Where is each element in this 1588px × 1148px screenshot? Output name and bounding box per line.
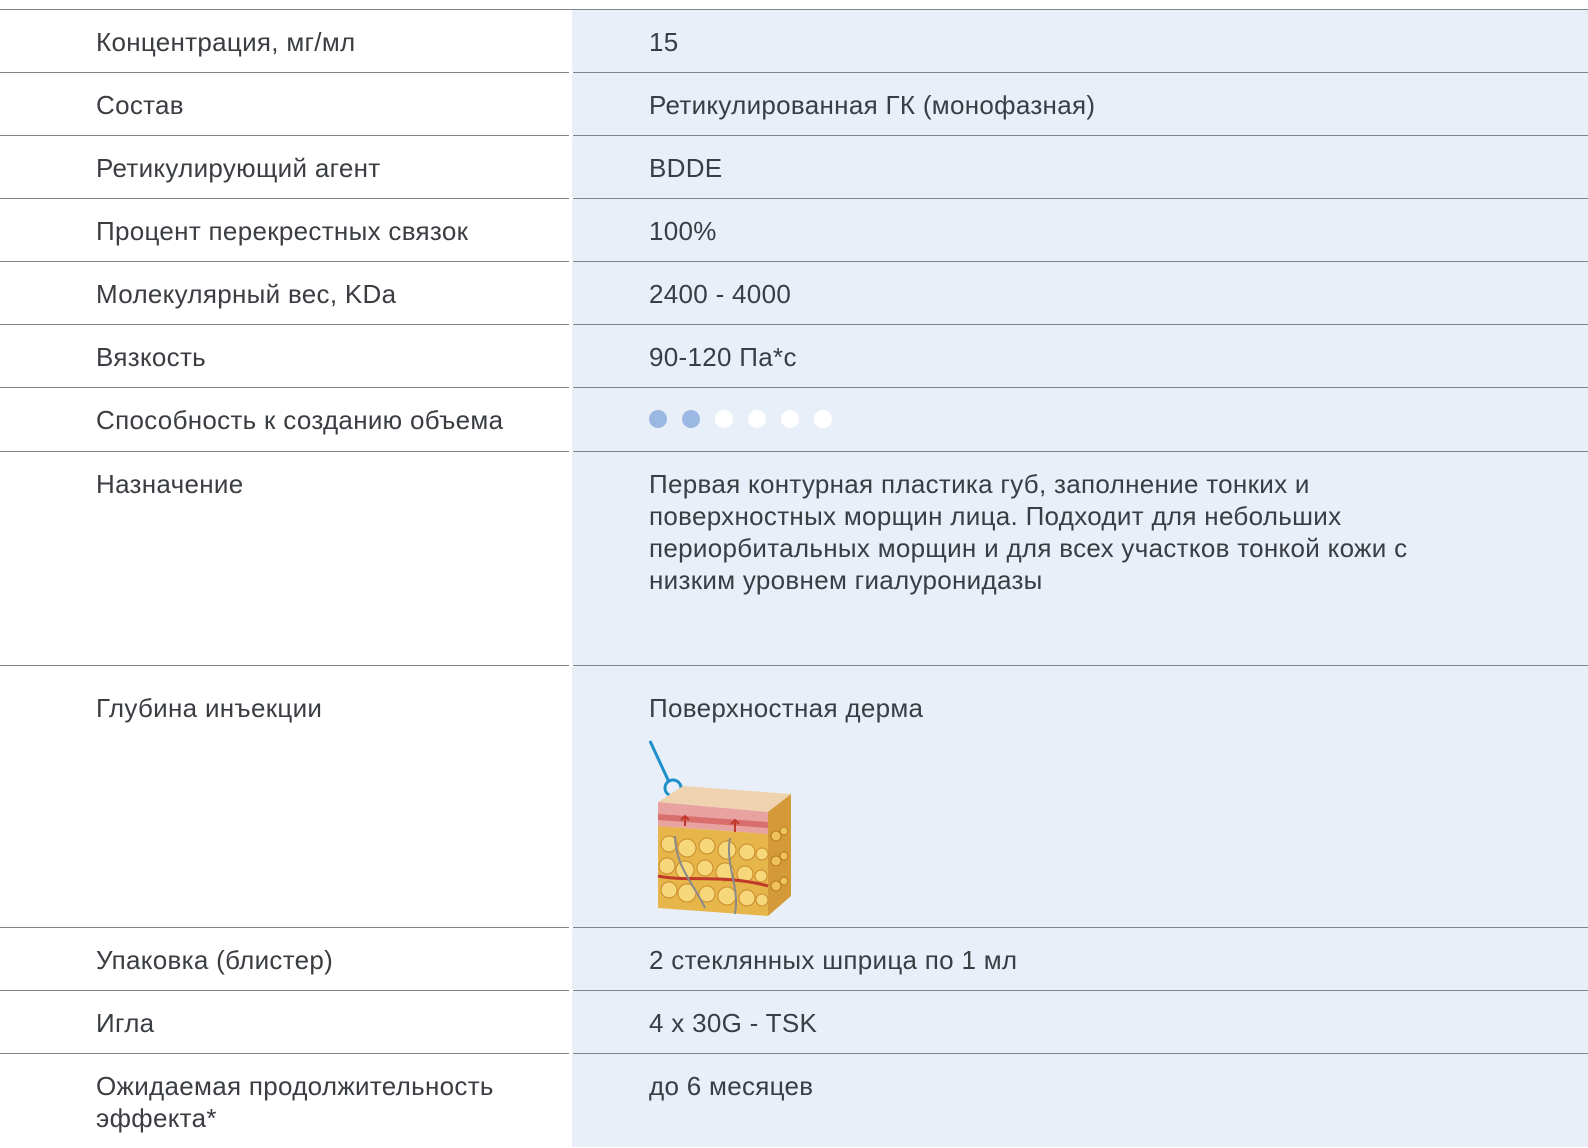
spec-table: Концентрация, мг/мл 15 Состав Ретикулиро…: [0, 0, 1588, 1147]
table-row-viscosity: Вязкость 90-120 Па*с: [0, 324, 1588, 388]
row-label: Назначение: [96, 469, 244, 499]
table-row-injection-depth: Глубина инъекции Поверхностная дерма: [0, 665, 1588, 928]
table-row-packaging: Упаковка (блистер) 2 стеклянных шприца п…: [0, 927, 1588, 991]
table-row-duration: Ожидаемая продолжительность эффекта* до …: [0, 1053, 1588, 1148]
row-label: Упаковка (блистер): [96, 945, 334, 975]
rating-dot-empty: [781, 410, 799, 428]
row-value: 90-120 Па*с: [649, 342, 797, 372]
skin-layers-illustration: [645, 736, 800, 931]
row-value: 100%: [649, 216, 717, 246]
table-row-concentration: Концентрация, мг/мл 15: [0, 9, 1588, 73]
row-value: Ретикулированная ГК (монофазная): [649, 90, 1096, 120]
row-label: Состав: [96, 90, 184, 120]
row-label: Молекулярный вес, KDa: [96, 279, 397, 309]
rating-dot-filled: [682, 410, 700, 428]
row-value: BDDE: [649, 153, 723, 183]
rating-dot-empty: [715, 410, 733, 428]
table-row-crosslink-percent: Процент перекрестных связок 100%: [0, 198, 1588, 262]
row-value: Первая контурная пластика губ, заполнени…: [649, 469, 1408, 595]
row-label: Вязкость: [96, 342, 207, 372]
row-label: Игла: [96, 1008, 155, 1038]
table-row-needle: Игла 4 x 30G - TSK: [0, 990, 1588, 1054]
rating-dot-empty: [814, 410, 832, 428]
table-row-composition: Состав Ретикулированная ГК (монофазная): [0, 72, 1588, 136]
table-row-molecular-weight: Молекулярный вес, KDa 2400 - 4000: [0, 261, 1588, 325]
row-value: 2400 - 4000: [649, 279, 792, 309]
rating-dot-filled: [649, 410, 667, 428]
row-value: Поверхностная дерма: [649, 693, 924, 723]
rating-dots: [649, 410, 847, 428]
row-label: Способность к созданию объема: [96, 405, 504, 435]
row-label: Процент перекрестных связок: [96, 216, 469, 246]
row-label: Глубина инъекции: [96, 693, 323, 723]
row-label: Концентрация, мг/мл: [96, 27, 356, 57]
table-row-volumizing-capacity: Способность к созданию объема: [0, 387, 1588, 451]
row-value: 15: [649, 27, 679, 57]
row-value: 4 x 30G - TSK: [649, 1008, 818, 1038]
row-label: Ожидаемая продолжительность эффекта*: [96, 1071, 494, 1133]
rating-dot-empty: [748, 410, 766, 428]
row-label: Ретикулирующий агент: [96, 153, 381, 183]
table-row-purpose: Назначение Первая контурная пластика губ…: [0, 451, 1588, 666]
row-value: 2 стеклянных шприца по 1 мл: [649, 945, 1018, 975]
row-value: до 6 месяцев: [649, 1071, 814, 1101]
table-row-crosslinking-agent: Ретикулирующий агент BDDE: [0, 135, 1588, 199]
